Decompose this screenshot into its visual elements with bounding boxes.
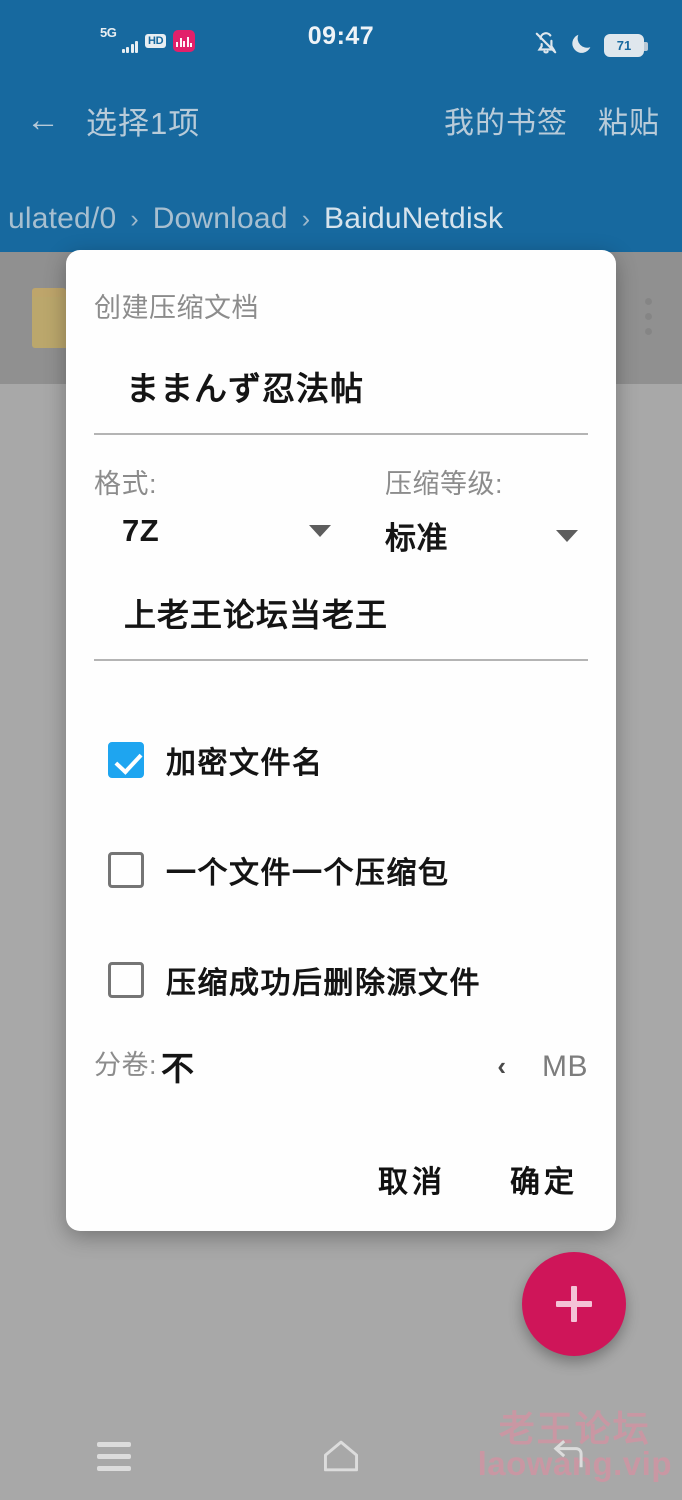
split-volume-field[interactable]: 不 ‹ [161,1042,520,1090]
split-volume-row: 分卷: 不 ‹ MB [94,1042,588,1090]
format-dropdown[interactable]: 7Z [94,513,341,549]
archive-name-input[interactable]: ままんず忍法帖 [94,368,588,411]
status-bar-right-icons: 71 [533,30,648,61]
checkbox-unchecked-icon[interactable] [108,852,144,888]
dialog-title: 创建压缩文档 [94,293,259,323]
split-volume-label: 分卷: [94,1050,158,1080]
menu-icon [96,1441,131,1471]
split-volume-unit: MB [542,1050,588,1083]
compression-level-dropdown[interactable]: 标准 [385,513,588,558]
create-archive-dialog: 创建压缩文档 ままんず忍法帖 格式: 7Z 压缩等级: 标准 上老王论坛当老王 … [66,250,616,1231]
home-button[interactable] [227,1437,454,1475]
battery-indicator: 71 [604,34,648,57]
caret-down-icon [309,525,331,537]
navigation-bar [0,1412,682,1500]
encrypt-filenames-checkbox[interactable]: 加密文件名 [94,705,588,815]
paste-button[interactable]: 粘贴 [598,98,660,142]
chevron-left-icon[interactable]: ‹ [497,1051,506,1082]
caret-down-icon [556,529,578,542]
breadcrumb-separator: › [130,204,139,233]
split-volume-value[interactable]: 不 [161,1042,194,1090]
checkbox-unchecked-icon[interactable] [108,962,144,998]
breadcrumb-segment-0[interactable]: ulated/0 [8,202,116,236]
format-value: 7Z [122,513,160,548]
checkbox-label: 压缩成功后删除源文件 [166,967,481,1000]
field-underline [94,432,588,435]
breadcrumb-separator: › [301,204,311,233]
status-bar: 5G HD 09:47 71 [0,0,682,72]
bell-off-icon [533,30,559,61]
checkbox-label: 一个文件一个压缩包 [166,857,450,890]
home-icon [320,1437,362,1475]
app-bar: 5G HD 09:47 71 ← 选择1项 我的书签 粘贴 ulated/0 ›… [0,0,682,252]
archive-name-field[interactable]: ままんず忍法帖 [94,368,588,435]
format-options-row: 格式: 7Z 压缩等级: 标准 [94,462,588,558]
confirm-button[interactable]: 确定 [496,1149,592,1209]
phone-screen: 5G HD 09:47 71 ← 选择1项 我的书签 粘贴 ulated/0 ›… [0,0,682,1500]
one-archive-per-file-checkbox[interactable]: 一个文件一个压缩包 [94,815,588,925]
back-arrow-icon [548,1438,588,1474]
format-column: 格式: 7Z [94,462,341,558]
add-fab-button[interactable] [522,1252,626,1356]
password-input[interactable]: 上老王论坛当老王 [94,595,588,637]
breadcrumb-segment-1[interactable]: Download [153,202,288,236]
back-button[interactable] [455,1438,682,1474]
moon-icon [569,31,594,61]
toolbar-actions: 我的书签 粘贴 [444,98,682,142]
breadcrumb: ulated/0 › Download › BaiduNetdisk [0,190,682,248]
recents-button[interactable] [0,1441,227,1471]
format-label: 格式: [94,469,158,499]
level-column: 压缩等级: 标准 [341,462,588,558]
arrow-left-icon[interactable]: ← [0,103,86,137]
delete-source-after-checkbox[interactable]: 压缩成功后删除源文件 [94,925,588,1035]
dialog-action-buttons: 取消 确定 [364,1149,592,1209]
compression-level-label: 压缩等级: [385,469,504,499]
breadcrumb-segment-2[interactable]: BaiduNetdisk [324,202,503,236]
page-title: 选择1项 [86,105,201,141]
plus-icon [556,1286,592,1322]
password-field[interactable]: 上老王论坛当老王 [94,595,588,661]
field-underline [94,658,588,661]
checkbox-label: 加密文件名 [166,747,324,780]
checkbox-checked-icon[interactable] [108,742,144,778]
options-checkbox-group: 加密文件名 一个文件一个压缩包 压缩成功后删除源文件 [94,705,588,1035]
bookmarks-button[interactable]: 我的书签 [444,98,568,142]
battery-percent-label: 71 [616,38,632,53]
selection-toolbar: ← 选择1项 我的书签 粘贴 [0,76,682,164]
compression-level-value: 标准 [385,521,448,556]
cancel-button[interactable]: 取消 [364,1149,460,1209]
